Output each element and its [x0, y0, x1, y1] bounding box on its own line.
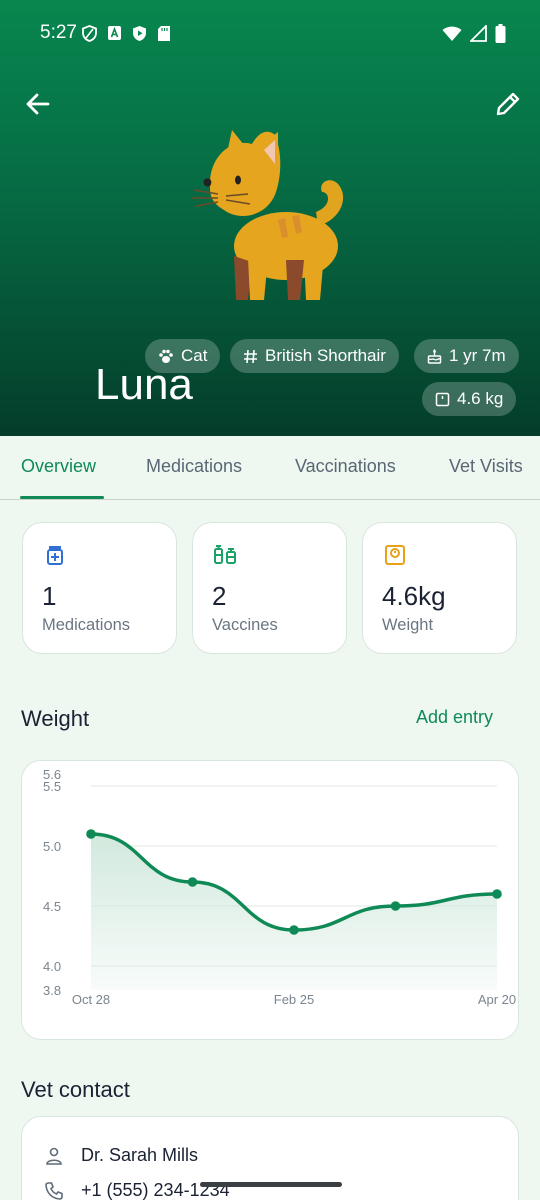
person-icon — [46, 1147, 62, 1165]
shield-play-icon — [132, 25, 147, 41]
stat-label: Vaccines — [212, 616, 278, 634]
data-point — [289, 925, 299, 935]
scale-icon — [435, 392, 450, 406]
y-tick-label: 4.0 — [43, 959, 61, 974]
tab-indicator — [20, 496, 104, 499]
app-a-icon — [107, 25, 122, 41]
home-indicator[interactable] — [200, 1182, 342, 1187]
status-bar: 5:27 — [0, 0, 540, 68]
arrow-back-icon — [26, 93, 50, 115]
vet-name: Dr. Sarah Mills — [81, 1145, 199, 1165]
x-tick-label: Oct 28 — [72, 992, 110, 1007]
weight-chip: 4.6 kg — [422, 382, 517, 416]
stat-card-weight[interactable]: 4.6kg Weight — [362, 522, 517, 654]
weight-label: 4.6 kg — [457, 389, 504, 408]
stat-card-vaccines[interactable]: 2 Vaccines — [192, 522, 347, 654]
age-chip: 1 yr 7m — [414, 339, 519, 373]
weight-chart-svg: 3.84.04.55.05.55.6Oct 28 Feb 25 Apr 20 — [43, 767, 516, 1007]
stat-value: 2 — [212, 581, 227, 611]
stat-label: Medications — [42, 616, 131, 634]
pet-name: Luna — [95, 360, 193, 409]
status-time: 5:27 — [40, 22, 77, 43]
weight-chart: 3.8 4.0 4.5 5.0 5.5 5.6 Oct 28 Feb 25 Apr 20 — [21, 760, 519, 1040]
y-tick-label: 4.5 — [43, 899, 61, 914]
data-point — [86, 829, 96, 839]
breed-chip: British Shorthair — [230, 339, 399, 373]
stat-label: Weight — [382, 616, 434, 634]
tab-vet-visits[interactable]: Vet Visits — [449, 456, 523, 477]
tab-overview[interactable]: Overview — [21, 456, 96, 477]
vaccine-icon — [214, 545, 236, 564]
vet-name-row: Dr. Sarah Mills — [44, 1145, 198, 1166]
vet-section-title: Vet contact — [21, 1077, 130, 1102]
wifi-icon — [442, 26, 462, 47]
phone-icon — [45, 1181, 63, 1200]
tab-medications[interactable]: Medications — [146, 456, 242, 477]
area-fill — [91, 834, 497, 990]
data-point — [187, 877, 198, 887]
vet-contact-card: Dr. Sarah Mills +1 (555) 234-1234 — [21, 1116, 519, 1200]
stat-value: 4.6kg — [382, 581, 446, 611]
hash-icon — [244, 349, 257, 363]
y-tick-label: 3.8 — [43, 983, 61, 998]
add-entry-button[interactable]: Add entry — [416, 707, 493, 728]
weight-section-title: Weight — [21, 706, 90, 731]
medication-icon — [47, 546, 63, 565]
stat-card-medications[interactable]: 1 Medications — [22, 522, 177, 654]
y-tick-label: 5.6 — [43, 767, 61, 782]
data-point — [492, 889, 502, 899]
y-tick-label: 5.0 — [43, 839, 61, 854]
sd-card-icon — [157, 25, 172, 41]
breed-label: British Shorthair — [265, 346, 386, 365]
age-label: 1 yr 7m — [449, 346, 506, 365]
back-button[interactable] — [22, 88, 54, 120]
stat-value: 1 — [42, 581, 57, 611]
signal-icon — [468, 23, 487, 47]
tab-bar: Overview Medications Vaccinations Vet Vi… — [0, 436, 540, 500]
x-tick-label: Apr 20 — [478, 992, 516, 1007]
pet-header: 5:27 Cat British Shorthair 1 yr 7m 4.6 k… — [0, 0, 540, 436]
pencil-icon — [496, 92, 520, 116]
cat-illustration — [190, 128, 350, 304]
battery-icon — [495, 24, 506, 48]
scale-icon — [385, 545, 405, 565]
tab-vaccinations[interactable]: Vaccinations — [295, 456, 396, 477]
cake-icon — [427, 348, 442, 364]
data-point — [390, 901, 401, 911]
edit-button[interactable] — [492, 88, 524, 120]
shield-icon — [82, 25, 97, 42]
x-tick-label: Feb 25 — [274, 992, 314, 1007]
